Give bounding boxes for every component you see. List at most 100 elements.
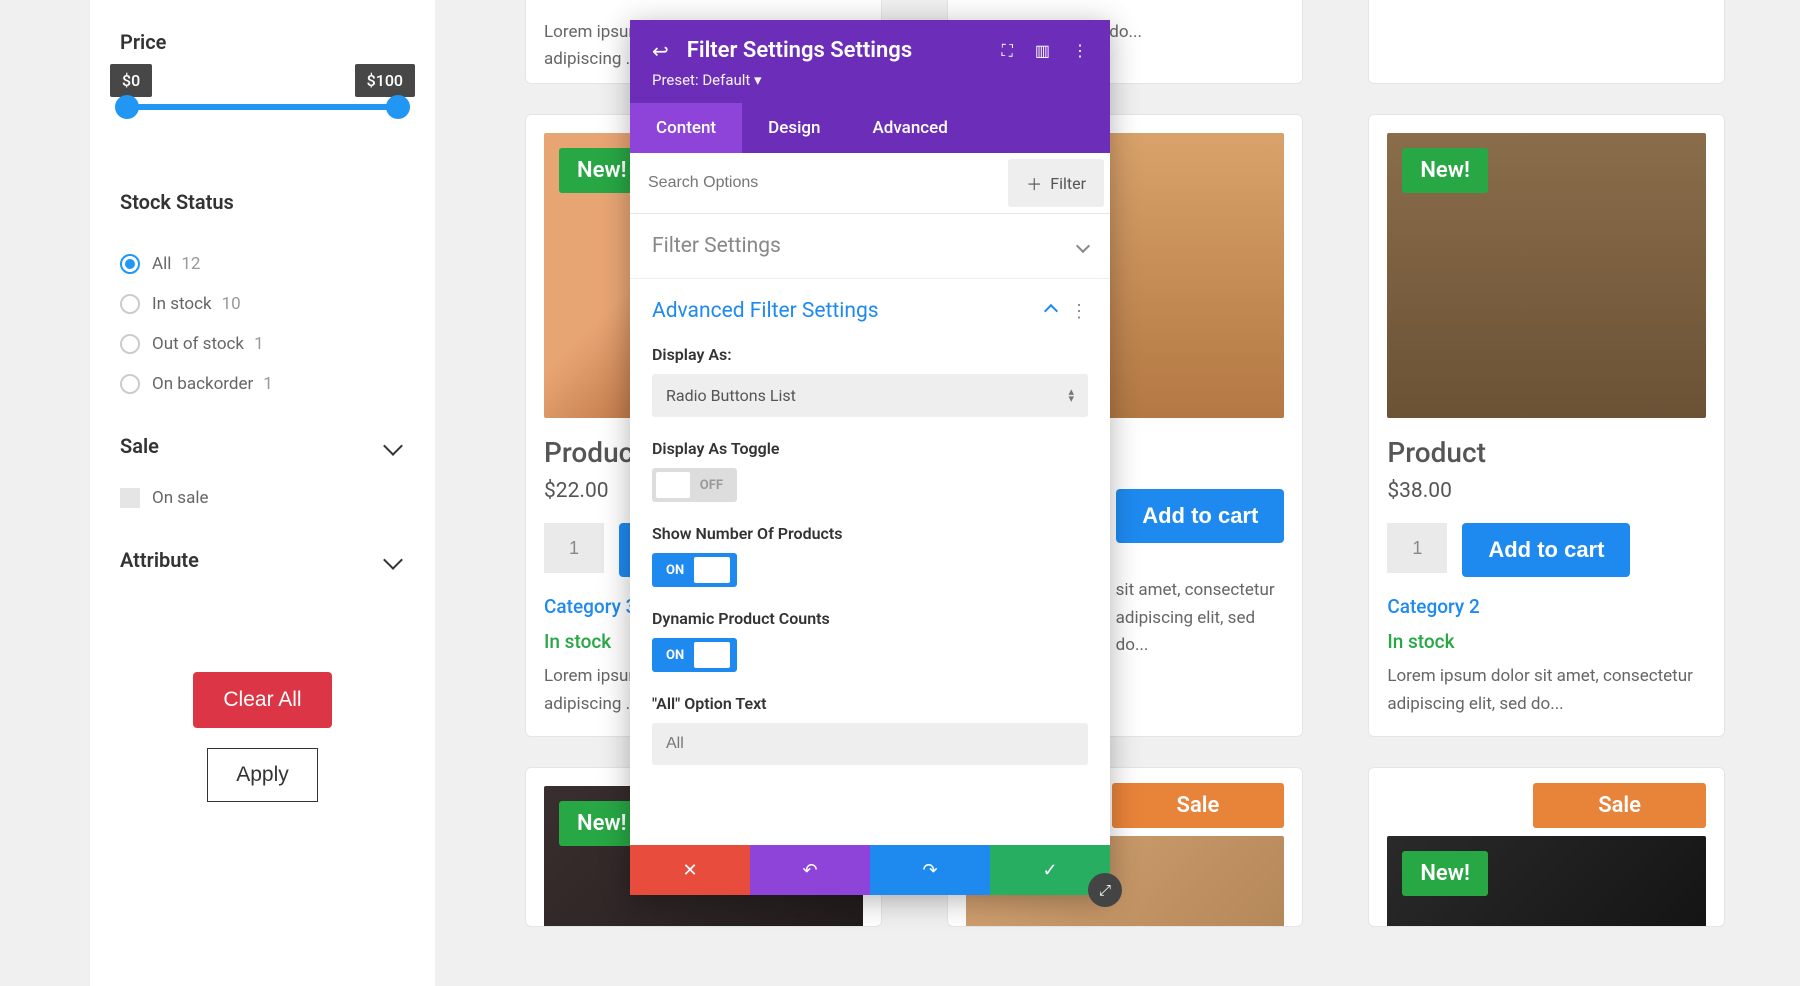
all-option-text-input[interactable]: [652, 723, 1088, 765]
category-link[interactable]: Category 3: [544, 595, 636, 618]
stock-count: 10: [222, 294, 241, 314]
sale-accordion[interactable]: Sale: [120, 434, 405, 458]
product-card: Sale New!: [1368, 767, 1725, 927]
stock-option-outofstock[interactable]: Out of stock 1: [120, 324, 405, 364]
toggle-state: ON: [656, 563, 694, 578]
radio-icon: [120, 254, 140, 274]
clear-all-button[interactable]: Clear All: [193, 672, 331, 728]
cancel-button[interactable]: ✕: [630, 845, 750, 895]
category-link[interactable]: Category 2: [1387, 595, 1479, 618]
product-title: Product: [1387, 436, 1706, 469]
modal-tabs: Content Design Advanced: [630, 103, 1110, 153]
product-image: New!: [1387, 836, 1706, 927]
radio-icon: [120, 294, 140, 314]
toggle-knob: [656, 472, 690, 498]
chevron-down-icon: [1076, 239, 1090, 253]
stock-option-backorder[interactable]: On backorder 1: [120, 364, 405, 404]
preset-selector[interactable]: Preset: Default ▾: [652, 71, 1088, 89]
stock-label: All: [152, 254, 171, 274]
dynamic-counts-switch[interactable]: ON: [652, 638, 737, 672]
product-description: Lorem ipsum dolor sit amet, consectetur …: [1387, 663, 1706, 717]
on-sale-option[interactable]: On sale: [120, 478, 405, 518]
stock-option-all[interactable]: All12: [120, 244, 405, 284]
search-options-input[interactable]: [630, 158, 1002, 208]
price-max-label: $100: [355, 64, 415, 97]
quantity-input[interactable]: [544, 523, 604, 573]
modal-footer: ✕ ↶ ↷ ✓: [630, 845, 1110, 895]
toggle-knob: [694, 557, 730, 583]
sale-badge: Sale: [1112, 783, 1285, 828]
stock-status: In stock: [1387, 630, 1706, 653]
section-title: Filter Settings: [652, 234, 781, 258]
more-icon[interactable]: ⋮: [1072, 41, 1088, 61]
dynamic-counts-label: Dynamic Product Counts: [652, 609, 1088, 628]
price-slider[interactable]: $0 $100: [120, 104, 405, 110]
more-icon[interactable]: ⋮: [1070, 301, 1088, 322]
stock-list: All12 In stock 10 Out of stock 1 On backor…: [120, 244, 405, 404]
add-to-cart-button[interactable]: Add to cart: [1116, 489, 1284, 543]
redo-button[interactable]: ↷: [870, 845, 990, 895]
filter-settings-modal: ↩ Filter Settings Settings ⛶ ▥ ⋮ Preset:…: [630, 20, 1110, 895]
apply-button[interactable]: Apply: [207, 748, 318, 802]
back-icon[interactable]: ↩: [652, 39, 669, 63]
undo-button[interactable]: ↶: [750, 845, 870, 895]
expand-icon[interactable]: ⛶: [1002, 41, 1013, 61]
filter-settings-section[interactable]: Filter Settings: [630, 214, 1110, 279]
toggle-state: ON: [656, 648, 694, 663]
slider-track: [120, 104, 405, 110]
new-badge: New!: [1402, 851, 1488, 896]
select-arrows-icon: ▴▾: [1068, 389, 1074, 402]
quantity-input[interactable]: [1387, 523, 1447, 573]
add-to-cart-button[interactable]: Add to cart: [1462, 523, 1630, 577]
new-badge: New!: [1402, 148, 1488, 193]
display-as-select[interactable]: Radio Buttons List ▴▾: [652, 374, 1088, 417]
resize-handle[interactable]: ⤢: [1088, 873, 1122, 907]
chevron-down-icon: [383, 550, 403, 570]
show-number-label: Show Number Of Products: [652, 524, 1088, 543]
tab-design[interactable]: Design: [742, 103, 846, 153]
modal-title: Filter Settings Settings: [687, 38, 1002, 63]
advanced-section-header[interactable]: Advanced Filter Settings ⋮: [652, 299, 1088, 323]
on-sale-label: On sale: [152, 488, 208, 508]
advanced-filter-settings-section: Advanced Filter Settings ⋮ Display As: R…: [630, 279, 1110, 785]
product-card: [1368, 0, 1725, 84]
display-toggle-switch[interactable]: OFF: [652, 468, 737, 502]
columns-icon[interactable]: ▥: [1035, 41, 1050, 61]
chevron-up-icon: [1044, 304, 1058, 318]
sale-heading: Sale: [120, 434, 159, 458]
sale-badge: Sale: [1533, 783, 1706, 828]
slider-handle-min[interactable]: [115, 95, 139, 119]
toggle-state: OFF: [690, 478, 733, 493]
chevron-down-icon: [383, 436, 403, 456]
attribute-heading: Attribute: [120, 548, 199, 572]
toggle-knob: [694, 642, 730, 668]
select-value: Radio Buttons List: [666, 386, 796, 405]
show-number-switch[interactable]: ON: [652, 553, 737, 587]
product-price: $38.00: [1387, 479, 1706, 503]
search-row: ＋Filter: [630, 153, 1110, 214]
stock-label: Out of stock: [152, 334, 244, 354]
filter-sidebar: Price $0 $100 Stock Status All12 In stoc…: [90, 0, 435, 986]
plus-icon: ＋: [1026, 171, 1042, 195]
stock-label: On backorder: [152, 374, 253, 394]
stock-label: In stock: [152, 294, 212, 314]
all-option-text-label: "All" Option Text: [652, 694, 1088, 713]
tab-advanced[interactable]: Advanced: [847, 103, 974, 153]
stock-option-instock[interactable]: In stock 10: [120, 284, 405, 324]
price-min-label: $0: [110, 64, 152, 97]
attribute-accordion[interactable]: Attribute: [120, 548, 405, 572]
stock-count: 1: [254, 334, 264, 354]
slider-handle-max[interactable]: [386, 95, 410, 119]
display-toggle-label: Display As Toggle: [652, 439, 1088, 458]
product-card: New! Product $38.00 Add to cart Category…: [1368, 114, 1725, 736]
radio-icon: [120, 374, 140, 394]
add-filter-button[interactable]: ＋Filter: [1008, 159, 1104, 207]
stock-count: 1: [263, 374, 273, 394]
radio-icon: [120, 334, 140, 354]
product-image: New!: [1387, 133, 1706, 418]
price-heading: Price: [120, 30, 405, 54]
display-as-label: Display As:: [652, 345, 1088, 364]
stock-heading: Stock Status: [120, 190, 405, 214]
section-title: Advanced Filter Settings: [652, 299, 879, 323]
tab-content[interactable]: Content: [630, 103, 742, 153]
